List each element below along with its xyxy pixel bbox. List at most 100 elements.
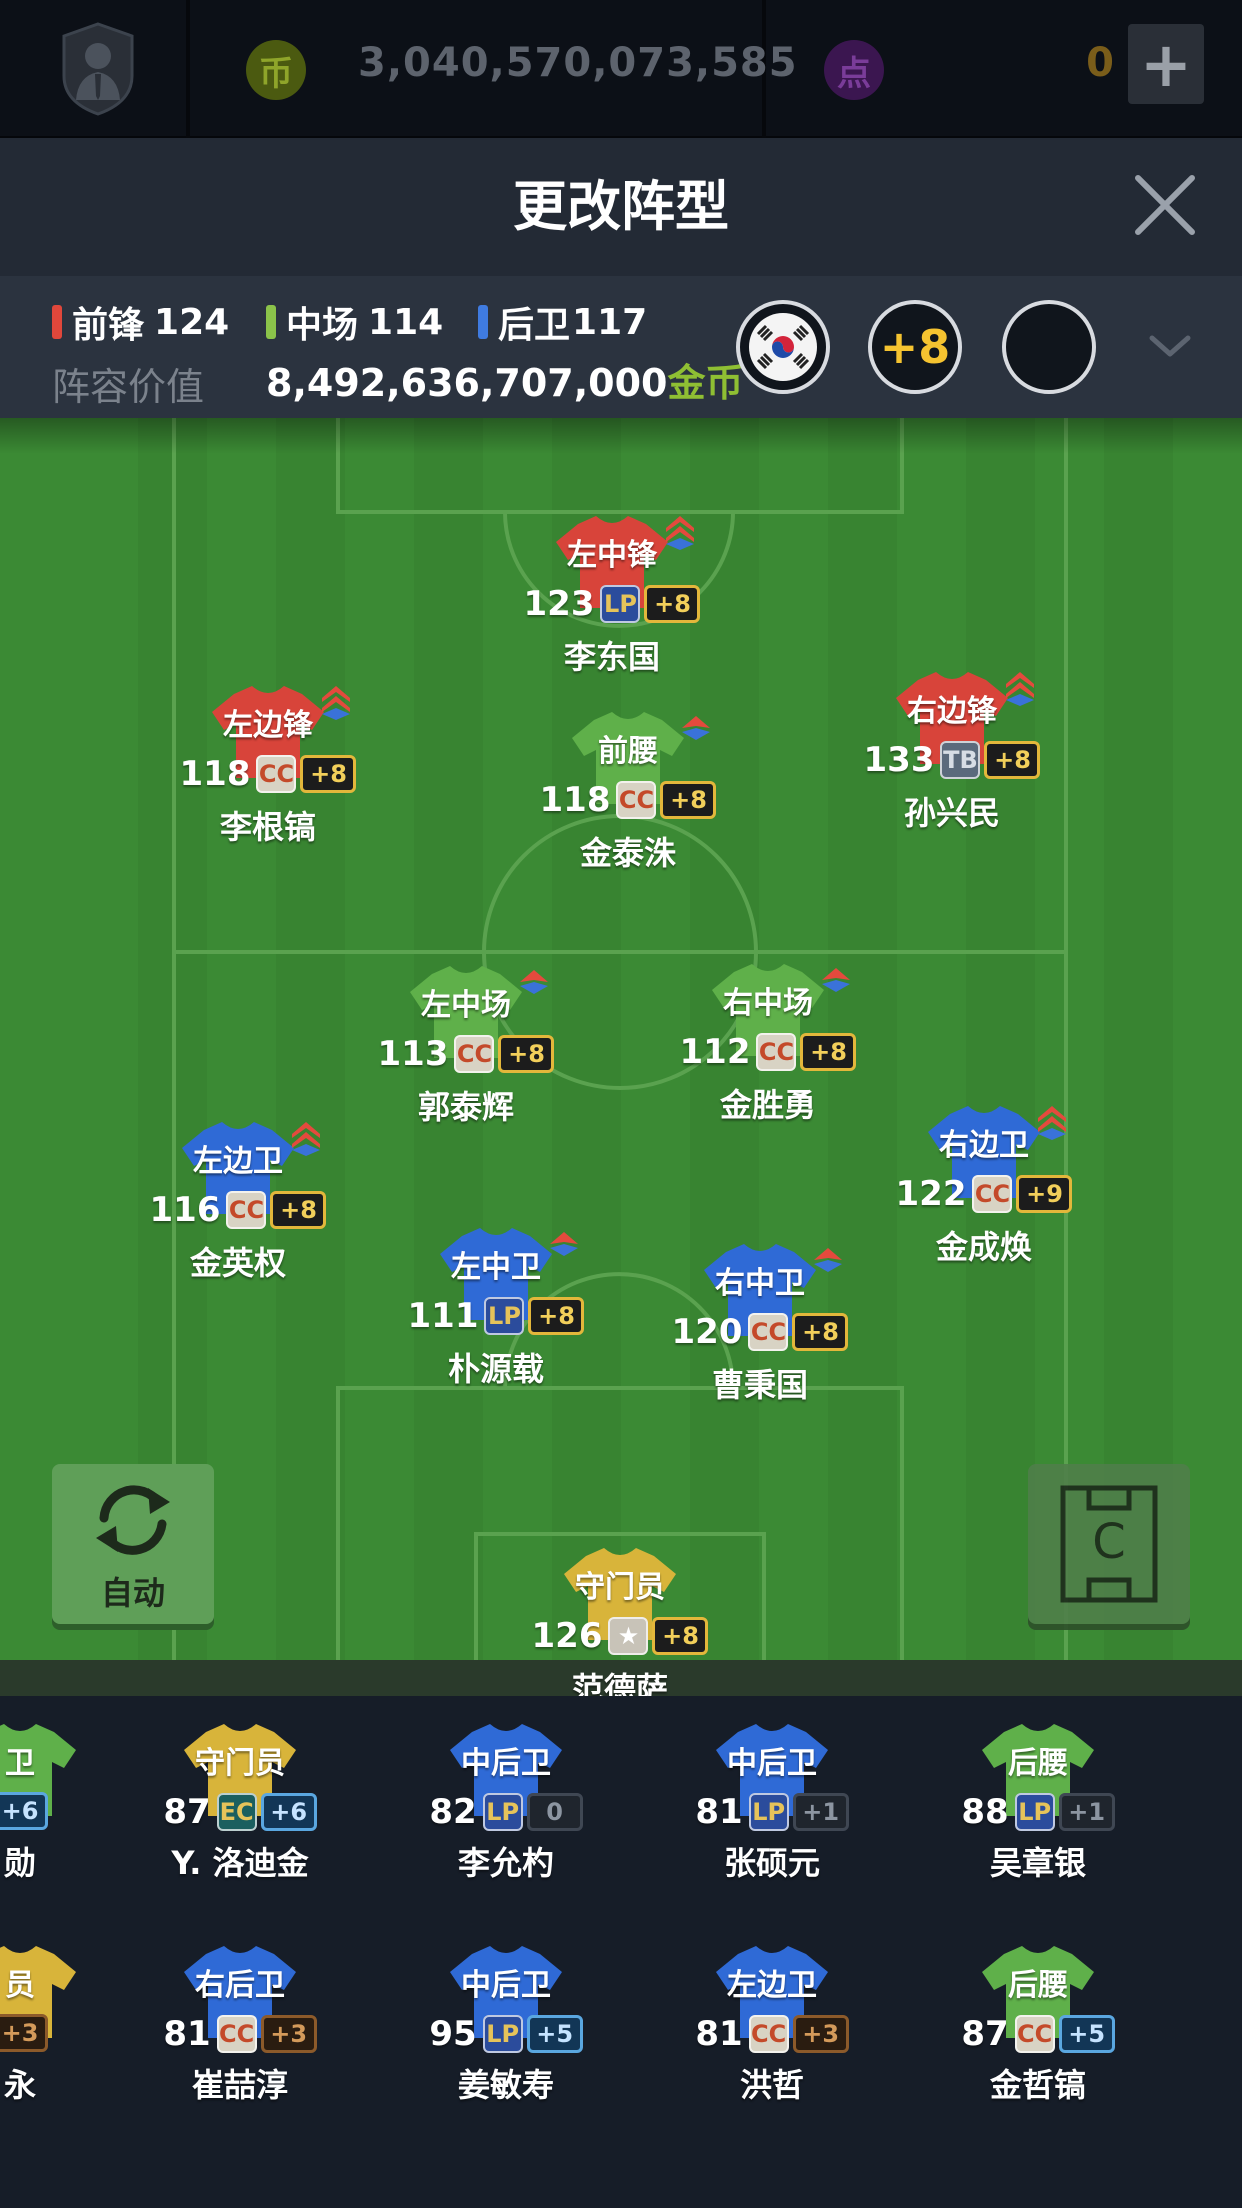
manager-avatar-icon[interactable] — [58, 20, 138, 118]
overall-rating: 81 — [695, 1792, 743, 1832]
player-name: 金哲镐 — [989, 2066, 1086, 2104]
overall-rating: 116 — [149, 1190, 221, 1230]
upgrade-badge: +8 — [660, 781, 717, 819]
player-name: Y. 洛迪金 — [171, 1844, 309, 1882]
rating-row: +3 — [0, 2014, 140, 2052]
overall-rating: 126 — [531, 1616, 603, 1656]
upgrade-badge: +3 — [0, 2014, 48, 2052]
overall-rating: 81 — [163, 2014, 211, 2054]
point-icon: 点 — [824, 40, 884, 100]
rating-row: 122 CC +9 — [864, 1174, 1104, 1214]
position-label: 中后卫 — [461, 1968, 551, 2003]
forward-value: 124 — [154, 301, 230, 343]
overall-rating: 123 — [523, 584, 595, 624]
upgrade-bonus-label: +8 — [879, 320, 951, 374]
rating-row: 81 CC +3 — [120, 2014, 360, 2054]
overall-rating: 112 — [679, 1032, 751, 1072]
player-name: 洪哲 — [739, 2066, 804, 2104]
player-name: 金英权 — [189, 1244, 286, 1282]
rating-row: 87 CC +5 — [918, 2014, 1158, 2054]
auto-lineup-button[interactable]: 自动 — [52, 1464, 214, 1624]
forward-rating: 前锋 124 — [52, 296, 229, 348]
rating-row: 88 LP +1 — [918, 1792, 1158, 1832]
close-icon[interactable] — [1130, 170, 1200, 240]
rating-row: 81 LP +1 — [652, 1792, 892, 1832]
position-label: 右后卫 — [195, 1968, 285, 2003]
upgrade-badge: +5 — [1058, 2015, 1115, 2053]
team-value-amount: 8,492,636,707,000 — [266, 361, 668, 405]
midfield-color-bar — [266, 305, 276, 339]
pitch-shadow — [0, 418, 1242, 454]
midfield-rating: 中场 114 — [266, 296, 443, 348]
rating-row: 123 LP +8 — [492, 584, 732, 624]
upgrade-badge: +8 — [270, 1191, 327, 1229]
captain-pitch-icon: C — [1060, 1485, 1158, 1603]
rank-arrows-icon — [550, 1232, 578, 1256]
overall-rating: 82 — [429, 1792, 477, 1832]
season-badge: LP — [482, 2015, 523, 2053]
season-badge: CC — [454, 1035, 495, 1073]
season-badge: CC — [1014, 2015, 1055, 2053]
season-badge: LP — [482, 1793, 523, 1831]
player-name: 郭泰辉 — [417, 1088, 514, 1126]
player-name: 崔喆淳 — [191, 2066, 288, 2104]
upgrade-badge: +3 — [792, 2015, 849, 2053]
position-label: 后腰 — [1008, 1746, 1068, 1781]
korea-flag-button[interactable] — [736, 300, 830, 394]
team-value-label: 阵容价值 — [52, 365, 205, 409]
season-badge: TB — [940, 741, 981, 779]
upgrade-badge: +8 — [528, 1297, 585, 1335]
upgrade-badge: +1 — [1058, 1793, 1115, 1831]
rank-arrows-icon — [292, 1122, 320, 1156]
defense-color-bar — [478, 305, 488, 339]
overall-rating: 122 — [895, 1174, 967, 1214]
upgrade-badge: +8 — [300, 755, 357, 793]
rating-row: 120 CC +8 — [640, 1312, 880, 1352]
rank-arrows-icon — [1006, 672, 1034, 706]
player-name: 永 — [3, 2066, 36, 2104]
upgrade-bonus-button[interactable]: +8 — [868, 300, 962, 394]
rating-row: 95 LP +5 — [386, 2014, 626, 2054]
position-label: 卫 — [5, 1746, 35, 1781]
season-badge: CC — [226, 1191, 267, 1229]
title-bar: 更改阵型 — [0, 138, 1242, 276]
season-badge: ★ — [608, 1617, 649, 1655]
add-points-button[interactable]: + — [1128, 24, 1204, 104]
rank-arrows-icon — [666, 516, 694, 550]
upgrade-badge: +3 — [260, 2015, 317, 2053]
position-label: 中后卫 — [461, 1746, 551, 1781]
defense-value: 117 — [572, 301, 648, 343]
overall-rating: 95 — [429, 2014, 477, 2054]
overall-rating: 133 — [863, 740, 935, 780]
player-name: 孙兴民 — [903, 794, 1000, 832]
season-badge: CC — [756, 1033, 797, 1071]
rating-row: 133 TB +8 — [832, 740, 1072, 780]
divider — [186, 0, 190, 138]
empty-slot-button[interactable] — [1002, 300, 1096, 394]
position-label: 守门员 — [195, 1746, 285, 1781]
player-name: 李允杓 — [457, 1844, 554, 1882]
position-label: 中后卫 — [727, 1746, 817, 1781]
season-badge: CC — [256, 755, 297, 793]
point-amount: 0 — [1086, 40, 1114, 86]
forward-label: 前锋 — [72, 305, 145, 346]
overall-rating: 120 — [671, 1312, 743, 1352]
formation-screen: 币 3,040,570,073,585 点 0 + 更改阵型 前锋 124 中场… — [0, 0, 1242, 2208]
overall-rating: 113 — [377, 1034, 449, 1074]
rank-arrows-icon — [520, 970, 548, 994]
rating-row: 81 CC +3 — [652, 2014, 892, 2054]
chevron-down-icon[interactable] — [1146, 326, 1194, 366]
captain-button[interactable]: C — [1028, 1464, 1190, 1624]
season-badge: CC — [616, 781, 657, 819]
upgrade-badge: +6 — [0, 1792, 48, 1830]
player-name: 李根镐 — [219, 808, 316, 846]
rank-arrows-icon — [814, 1248, 842, 1272]
upgrade-badge: +8 — [800, 1033, 857, 1071]
upgrade-badge: +5 — [526, 2015, 583, 2053]
player-name: 勋 — [3, 1844, 36, 1882]
page-title: 更改阵型 — [513, 175, 729, 238]
forward-color-bar — [52, 305, 62, 339]
rating-row: 118 CC +8 — [148, 754, 388, 794]
auto-label: 自动 — [100, 1574, 165, 1612]
defense-label: 后卫 — [498, 305, 571, 346]
